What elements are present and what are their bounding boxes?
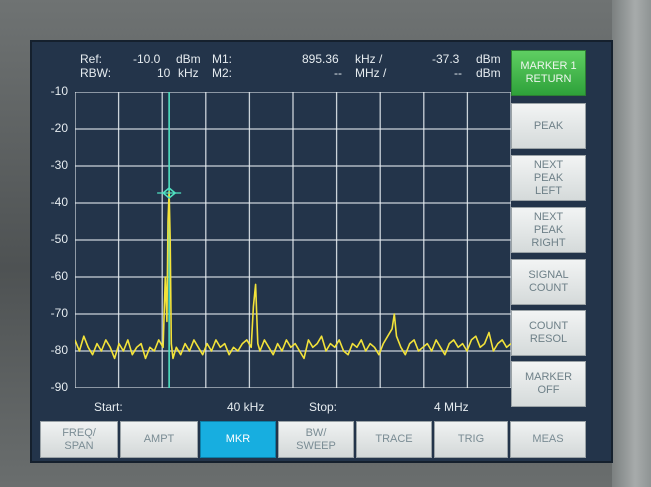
m1-frequency-unit: kHz /: [355, 52, 383, 66]
y-tick-label: -80: [50, 343, 68, 357]
stop-label: Stop:: [309, 400, 338, 414]
m1-frequency: 895.36: [302, 52, 339, 66]
m2-label: M2:: [212, 66, 233, 80]
start-label: Start:: [94, 400, 123, 414]
tab-mkr[interactable]: MKR: [200, 421, 276, 458]
m2-frequency-unit: MHz /: [355, 66, 387, 80]
softkey-marker-off[interactable]: MARKER OFF: [511, 361, 586, 407]
softkey-marker-return[interactable]: MARKER 1 RETURN: [511, 50, 586, 96]
softkey-next-peak-left[interactable]: NEXT PEAK LEFT: [511, 155, 586, 201]
softkey-peak[interactable]: PEAK: [511, 103, 586, 149]
rbw-value: 10: [157, 66, 171, 80]
softkey-signal-count[interactable]: SIGNAL COUNT: [511, 259, 586, 305]
y-tick-label: -40: [50, 195, 68, 209]
tab-freq-span[interactable]: FREQ/ SPAN: [40, 421, 118, 458]
softkey-next-peak-right[interactable]: NEXT PEAK RIGHT: [511, 207, 586, 253]
start-value: 40 kHz: [227, 400, 265, 414]
instrument-side-panel: [612, 0, 651, 487]
m2-frequency: --: [334, 66, 342, 80]
softkey-count-resol[interactable]: COUNT RESOL: [511, 310, 586, 356]
ref-value: -10.0: [133, 52, 161, 66]
y-tick-label: -60: [50, 269, 68, 283]
m2-level-unit: dBm: [476, 66, 501, 80]
m2-level: --: [454, 66, 462, 80]
stop-value: 4 MHz: [434, 400, 469, 414]
y-tick-label: -70: [50, 306, 68, 320]
m1-label: M1:: [212, 52, 233, 66]
y-tick-label: -30: [50, 158, 68, 172]
m1-level-unit: dBm: [476, 52, 501, 66]
y-tick-label: -90: [50, 380, 68, 394]
tab-ampt[interactable]: AMPT: [120, 421, 198, 458]
y-tick-label: -10: [50, 84, 68, 98]
ref-unit: dBm: [176, 52, 201, 66]
rbw-unit: kHz: [178, 66, 199, 80]
m1-level: -37.3: [432, 52, 460, 66]
ref-label: Ref:: [80, 52, 103, 66]
rbw-label: RBW:: [80, 66, 112, 80]
tab-meas[interactable]: MEAS: [510, 421, 586, 458]
tab-bw-sweep[interactable]: BW/ SWEEP: [278, 421, 354, 458]
spectrum-plot: [75, 92, 511, 388]
y-tick-label: -20: [50, 121, 68, 135]
tab-trig[interactable]: TRIG: [434, 421, 508, 458]
tab-trace[interactable]: TRACE: [356, 421, 432, 458]
y-tick-label: -50: [50, 232, 68, 246]
